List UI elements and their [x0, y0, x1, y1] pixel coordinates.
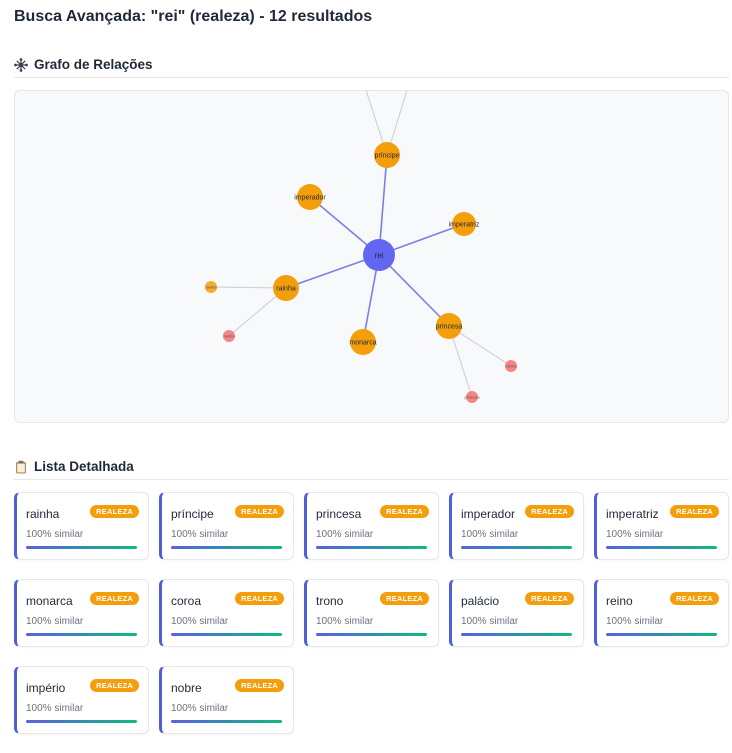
similarity-bar-fill	[606, 546, 717, 549]
result-card[interactable]: coroa REALEZA 100% similar	[159, 579, 294, 647]
similarity-text: 100% similar	[171, 703, 229, 714]
result-card[interactable]: reino REALEZA 100% similar	[594, 579, 729, 647]
similarity-bar	[26, 546, 137, 549]
result-name: reino	[606, 594, 633, 608]
result-name: monarca	[26, 594, 73, 608]
category-badge: REALEZA	[235, 679, 284, 692]
result-name: imperador	[461, 507, 516, 521]
similarity-bar	[606, 633, 717, 636]
relation-graph-canvas[interactable]: rainha rainha rainha princesa príncipe impera…	[15, 91, 729, 423]
similarity-text: 100% similar	[171, 529, 229, 540]
graph-node-label: monarca	[349, 340, 376, 347]
graph-node-label: rainha	[276, 286, 296, 293]
similarity-bar-fill	[171, 633, 282, 636]
graph-node-label: princesa	[436, 324, 463, 331]
result-card[interactable]: palácio REALEZA 100% similar	[449, 579, 584, 647]
similarity-bar-fill	[606, 633, 717, 636]
category-badge: REALEZA	[90, 679, 139, 692]
category-badge: REALEZA	[380, 505, 429, 518]
similarity-text: 100% similar	[461, 529, 519, 540]
similarity-bar	[461, 546, 572, 549]
similarity-text: 100% similar	[606, 616, 664, 627]
page-title: Busca Avançada: "rei" (realeza) - 12 res…	[14, 8, 373, 25]
graph-node-label: rainha	[223, 334, 235, 339]
graph-node-label: rainha	[205, 285, 217, 290]
category-badge: REALEZA	[90, 505, 139, 518]
result-card[interactable]: princesa REALEZA 100% similar	[304, 492, 439, 560]
category-badge: REALEZA	[380, 592, 429, 605]
result-name: rainha	[26, 507, 60, 521]
list-section-title: Lista Detalhada	[34, 459, 134, 474]
similarity-bar-fill	[26, 546, 137, 549]
similarity-bar	[316, 546, 427, 549]
similarity-bar	[171, 633, 282, 636]
result-card[interactable]: império REALEZA 100% similar	[14, 666, 149, 734]
similarity-bar-fill	[26, 633, 137, 636]
similarity-bar-fill	[171, 546, 282, 549]
graph-node-label: príncipe	[375, 153, 400, 160]
similarity-bar	[606, 546, 717, 549]
network-icon	[14, 57, 28, 72]
similarity-text: 100% similar	[26, 616, 84, 627]
similarity-bar-fill	[461, 633, 572, 636]
similarity-bar-fill	[461, 546, 572, 549]
similarity-bar	[26, 633, 137, 636]
similarity-bar-fill	[316, 633, 427, 636]
similarity-bar-fill	[171, 720, 282, 723]
result-name: princesa	[316, 507, 362, 521]
graph-center-label: rei	[375, 251, 384, 260]
relation-graph[interactable]: rainha rainha rainha princesa príncipe impera…	[14, 90, 729, 423]
similarity-text: 100% similar	[461, 616, 519, 627]
result-card[interactable]: monarca REALEZA 100% similar	[14, 579, 149, 647]
similarity-text: 100% similar	[26, 529, 84, 540]
result-card[interactable]: príncipe REALEZA 100% similar	[159, 492, 294, 560]
similarity-bar	[171, 546, 282, 549]
category-badge: REALEZA	[235, 592, 284, 605]
graph-node-label: rainha	[505, 364, 517, 369]
category-badge: REALEZA	[90, 592, 139, 605]
result-name: trono	[316, 594, 344, 608]
similarity-bar-fill	[26, 720, 137, 723]
list-section-header: Lista Detalhada	[14, 454, 729, 480]
result-name: nobre	[171, 681, 202, 695]
graph-section-title: Grafo de Relações	[34, 57, 153, 72]
similarity-bar	[26, 720, 137, 723]
result-name: império	[26, 681, 66, 695]
result-name: príncipe	[171, 507, 214, 521]
clipboard-icon	[14, 460, 28, 474]
similarity-bar	[316, 633, 427, 636]
similarity-text: 100% similar	[606, 529, 664, 540]
category-badge: REALEZA	[525, 592, 574, 605]
similarity-bar	[461, 633, 572, 636]
result-card[interactable]: imperatriz REALEZA 100% similar	[594, 492, 729, 560]
similarity-bar-fill	[316, 546, 427, 549]
similarity-bar	[171, 720, 282, 723]
similarity-text: 100% similar	[171, 616, 229, 627]
similarity-text: 100% similar	[26, 703, 84, 714]
result-card[interactable]: rainha REALEZA 100% similar	[14, 492, 149, 560]
result-card[interactable]: trono REALEZA 100% similar	[304, 579, 439, 647]
result-name: coroa	[171, 594, 202, 608]
result-name: palácio	[461, 594, 500, 608]
result-card[interactable]: imperador REALEZA 100% similar	[449, 492, 584, 560]
category-badge: REALEZA	[670, 592, 719, 605]
similarity-text: 100% similar	[316, 529, 374, 540]
graph-node-label: princesa	[464, 395, 480, 400]
similarity-text: 100% similar	[316, 616, 374, 627]
graph-node-label: imperatriz	[449, 222, 480, 229]
graph-node-label: imperador	[294, 195, 326, 202]
result-card[interactable]: nobre REALEZA 100% similar	[159, 666, 294, 734]
category-badge: REALEZA	[235, 505, 284, 518]
category-badge: REALEZA	[670, 505, 719, 518]
graph-section-header: Grafo de Relações	[14, 52, 729, 78]
category-badge: REALEZA	[525, 505, 574, 518]
result-name: imperatriz	[606, 507, 659, 521]
